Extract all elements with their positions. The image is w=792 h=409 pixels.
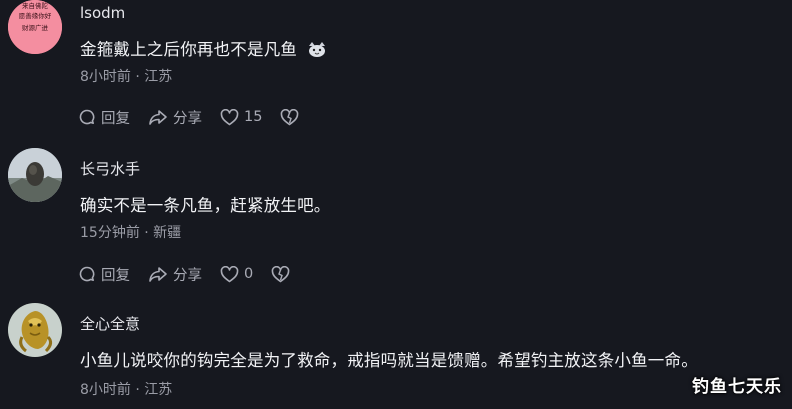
comment-3: 全心全意 小鱼儿说咬你的钩完全是为了救命，戒指吗就当是馈赠。希望钓主放这条小鱼一… — [0, 0, 792, 409]
watermark: 钓鱼七天乐 — [692, 377, 782, 397]
comment-meta: 8小时前 · 江苏 — [80, 382, 173, 398]
comment-text: 小鱼儿说咬你的钩完全是为了救命，戒指吗就当是馈赠。希望钓主放这条小鱼一命。 — [80, 351, 698, 370]
username[interactable]: 全心全意 — [80, 313, 140, 334]
avatar[interactable] — [8, 303, 62, 357]
